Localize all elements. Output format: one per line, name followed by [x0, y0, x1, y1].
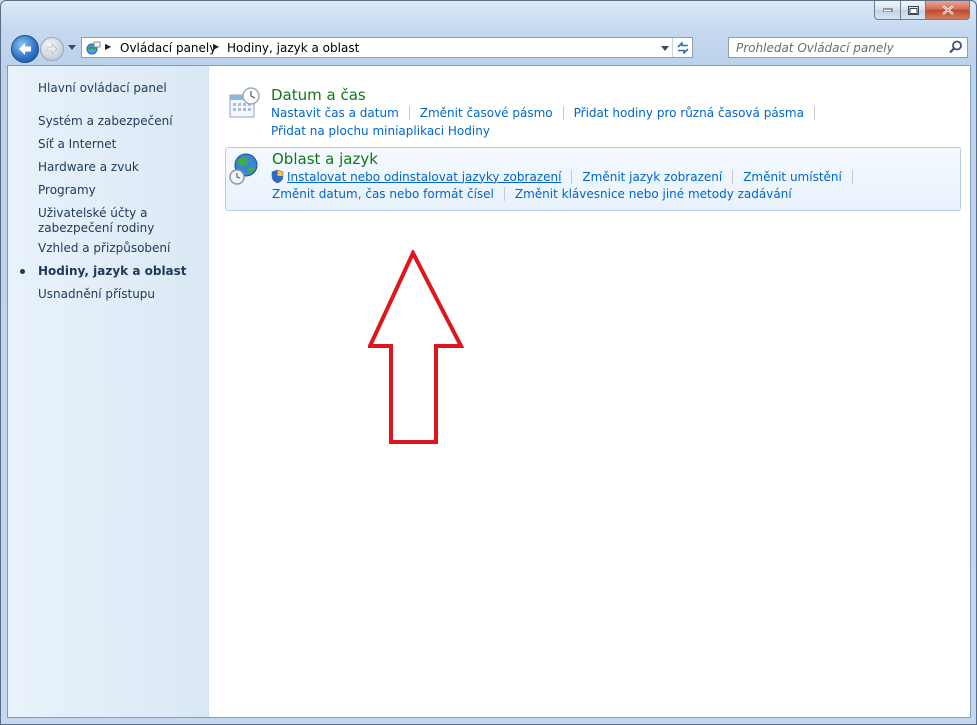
- sidebar-item-programs[interactable]: Programy: [38, 183, 208, 198]
- sidebar-item-user-accounts[interactable]: Uživatelské účty a zabezpečení rodiny: [38, 206, 208, 236]
- navigation-bar: ▶ Ovládací panely ▶ Hodiny, jazyk a obla…: [9, 33, 968, 63]
- region-language-links-row-2: Změnit datum, čas nebo formát čísel Změn…: [272, 187, 792, 201]
- search-box[interactable]: [728, 37, 968, 58]
- category-date-time: Datum a čas Nastavit čas a datum Změnit …: [225, 82, 959, 142]
- sidebar-item-network-internet[interactable]: Síť a Internet: [38, 137, 208, 152]
- link-separator: [562, 106, 564, 120]
- close-icon: [941, 5, 954, 15]
- refresh-icon: [676, 41, 689, 54]
- category-region-language: Oblast a jazyk Instalovat nebo odinstalo…: [225, 147, 961, 211]
- address-bar[interactable]: ▶ Ovládací panely ▶ Hodiny, jazyk a obla…: [81, 37, 693, 58]
- caption-buttons: [874, 1, 970, 21]
- close-button[interactable]: [926, 1, 970, 20]
- back-button[interactable]: [11, 35, 39, 63]
- breadcrumb-separator[interactable]: ▶: [105, 42, 111, 51]
- category-title-date-time[interactable]: Datum a čas: [271, 86, 366, 104]
- forward-arrow-icon: [46, 43, 58, 55]
- date-time-links-row-2: Přidat na plochu miniaplikaci Hodiny: [271, 124, 490, 138]
- link-change-time-zone[interactable]: Změnit časové pásmo: [420, 106, 553, 120]
- uac-shield-icon: [271, 169, 284, 184]
- minimize-button[interactable]: [874, 1, 901, 20]
- recent-pages-dropdown[interactable]: [67, 42, 77, 52]
- link-add-clock-gadget[interactable]: Přidat na plochu miniaplikaci Hodiny: [271, 124, 490, 138]
- maximize-button[interactable]: [901, 1, 926, 20]
- content-frame: Hlavní ovládací panel Systém a zabezpeče…: [7, 65, 971, 718]
- forward-button[interactable]: [40, 37, 64, 61]
- chevron-down-icon: [661, 45, 669, 51]
- link-change-keyboards[interactable]: Změnit klávesnice nebo jiné metody zadáv…: [515, 187, 792, 201]
- globe-clock-icon[interactable]: [228, 152, 262, 186]
- breadcrumb-clock-language-region[interactable]: Hodiny, jazyk a oblast: [227, 41, 359, 55]
- region-language-links-row-1: Instalovat nebo odinstalovat jazyky zobr…: [270, 169, 863, 184]
- refresh-button[interactable]: [672, 38, 692, 57]
- maximize-icon: [907, 5, 919, 15]
- link-change-date-time-number-format[interactable]: Změnit datum, čas nebo formát čísel: [272, 187, 494, 201]
- link-separator: [732, 169, 734, 184]
- red-annotation-arrow: [368, 250, 465, 444]
- main-pane: Datum a čas Nastavit čas a datum Změnit …: [209, 66, 970, 717]
- sidebar-item-system-security[interactable]: Systém a zabezpečení: [38, 114, 208, 129]
- calendar-clock-icon[interactable]: [227, 86, 261, 120]
- minimize-icon: [882, 8, 892, 12]
- sidebar-item-control-panel-home[interactable]: Hlavní ovládací panel: [38, 81, 208, 96]
- link-change-location[interactable]: Změnit umístění: [743, 170, 842, 184]
- link-add-clocks[interactable]: Přidat hodiny pro různá časová pásma: [574, 106, 804, 120]
- sidebar-item-appearance[interactable]: Vzhled a přizpůsobení: [38, 241, 208, 256]
- breadcrumb-separator[interactable]: ▶: [213, 42, 219, 51]
- link-separator: [571, 169, 573, 184]
- sidebar-item-clock-language-region[interactable]: Hodiny, jazyk a oblast: [38, 264, 208, 279]
- link-install-display-languages[interactable]: Instalovat nebo odinstalovat jazyky zobr…: [287, 170, 561, 184]
- sidebar: Hlavní ovládací panel Systém a zabezpeče…: [8, 66, 209, 717]
- breadcrumb-control-panel[interactable]: Ovládací panely: [120, 41, 216, 55]
- category-title-region-language[interactable]: Oblast a jazyk: [272, 150, 378, 168]
- date-time-links-row-1: Nastavit čas a datum Změnit časové pásmo…: [271, 106, 825, 120]
- search-icon[interactable]: [949, 40, 963, 54]
- search-input[interactable]: [729, 38, 946, 57]
- link-set-time-date[interactable]: Nastavit čas a datum: [271, 106, 399, 120]
- back-arrow-icon: [19, 43, 31, 55]
- address-dropdown[interactable]: [658, 41, 672, 55]
- link-separator: [408, 106, 410, 120]
- link-separator: [813, 106, 815, 120]
- link-separator: [851, 169, 853, 184]
- sidebar-item-ease-of-access[interactable]: Usnadnění přístupu: [38, 287, 208, 302]
- control-panel-icon: [86, 41, 101, 55]
- chevron-down-icon: [68, 44, 76, 50]
- sidebar-item-hardware-sound[interactable]: Hardware a zvuk: [38, 160, 208, 175]
- link-separator: [503, 187, 505, 201]
- link-change-display-language[interactable]: Změnit jazyk zobrazení: [582, 170, 722, 184]
- active-bullet: [20, 269, 25, 274]
- explorer-window: ▶ Ovládací panely ▶ Hodiny, jazyk a obla…: [0, 0, 977, 725]
